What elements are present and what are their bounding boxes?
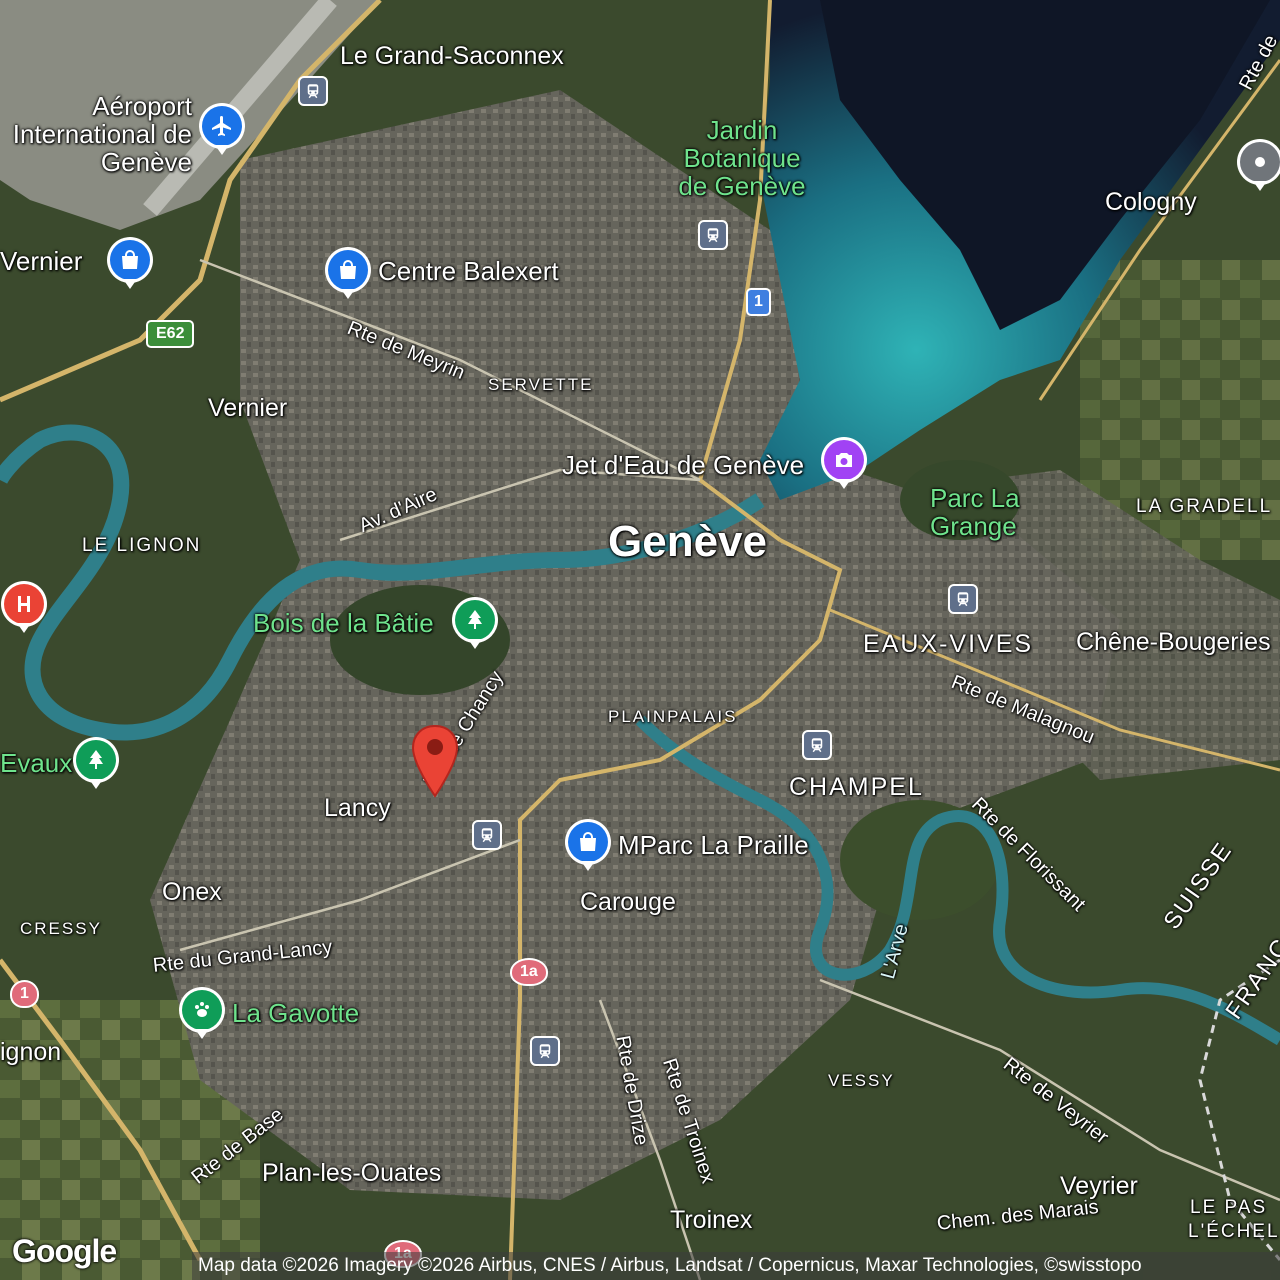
attraction-pin-jet-deau[interactable] xyxy=(824,440,864,480)
shopping-pin-mparc[interactable] xyxy=(568,822,608,862)
shopping-pin-balexert[interactable] xyxy=(328,250,368,290)
place-carouge[interactable]: Carouge xyxy=(580,890,676,915)
poi-balexert-label[interactable]: Centre Balexert xyxy=(378,258,559,284)
hospital-icon xyxy=(18,596,30,612)
hospital-pin[interactable] xyxy=(4,584,44,624)
poi-evaux-label[interactable]: Evaux xyxy=(0,750,72,776)
place-onex[interactable]: Onex xyxy=(162,880,222,905)
district-champel[interactable]: CHAMPEL xyxy=(789,775,924,800)
place-pin-cologny[interactable] xyxy=(1240,142,1280,182)
shopping-bag-icon xyxy=(340,260,356,279)
train-station-icon[interactable] xyxy=(948,584,978,614)
district-vessy[interactable]: VESSY xyxy=(828,1072,895,1089)
place-troinex[interactable]: Troinex xyxy=(670,1208,752,1233)
tree-icon xyxy=(89,750,103,769)
location-dot-icon xyxy=(1255,157,1265,167)
place-vernier[interactable]: Vernier xyxy=(208,396,287,421)
district-eaux-vives[interactable]: EAUX-VIVES xyxy=(863,632,1033,657)
district-servette[interactable]: SERVETTE xyxy=(488,376,593,393)
place-lancy[interactable]: Lancy xyxy=(324,796,391,821)
place-chene-bougeries[interactable]: Chêne-Bougeries xyxy=(1076,630,1271,655)
train-station-icon[interactable] xyxy=(530,1036,560,1066)
place-veyrier[interactable]: Veyrier xyxy=(1060,1174,1138,1199)
poi-airport-label[interactable]: Aéroport International de Genève xyxy=(0,92,192,176)
district-lechelle[interactable]: L'ÉCHEL xyxy=(1188,1222,1280,1241)
poi-jet-deau-label[interactable]: Jet d'Eau de Genève xyxy=(562,452,804,478)
train-icon xyxy=(811,738,823,753)
place-vernier-left[interactable]: Vernier xyxy=(0,248,82,274)
shield-e62: E62 xyxy=(146,320,195,348)
district-la-gradelle[interactable]: LA GRADELL xyxy=(1136,497,1272,516)
district-cressy[interactable]: CRESSY xyxy=(20,920,102,937)
shopping-bag-icon xyxy=(580,832,596,851)
poi-jardin-label[interactable]: Jardin Botanique de Genève xyxy=(672,116,812,200)
tree-icon xyxy=(468,610,482,629)
park-pin-bois-batie[interactable] xyxy=(455,600,495,640)
train-icon xyxy=(539,1044,551,1059)
google-logo[interactable]: Google xyxy=(12,1233,117,1270)
train-icon xyxy=(307,84,319,99)
place-cologny[interactable]: Cologny xyxy=(1105,190,1197,215)
place-ignon[interactable]: ignon xyxy=(0,1040,61,1065)
shopping-bag-icon xyxy=(122,250,138,269)
train-station-icon[interactable] xyxy=(298,76,328,106)
place-grand-saconnex[interactable]: Le Grand-Saconnex xyxy=(340,44,564,69)
poi-parc-la-grange-label[interactable]: Parc La Grange xyxy=(930,484,1040,540)
shield-route-1a: 1a xyxy=(510,958,548,986)
train-icon xyxy=(481,828,493,843)
airplane-icon xyxy=(212,116,231,136)
district-le-pas[interactable]: LE PAS xyxy=(1190,1198,1267,1217)
district-le-lignon[interactable]: LE LIGNON xyxy=(82,536,201,555)
place-plan-les-ouates[interactable]: Plan-les-Ouates xyxy=(262,1161,441,1186)
train-station-icon[interactable] xyxy=(698,220,728,250)
map-attribution[interactable]: Map data ©2026 Imagery ©2026 Airbus, CNE… xyxy=(192,1252,1280,1280)
park-pin-evaux[interactable] xyxy=(76,740,116,780)
train-station-icon[interactable] xyxy=(802,730,832,760)
paw-icon xyxy=(195,1002,209,1017)
shopping-pin-vernier[interactable] xyxy=(110,240,150,280)
city-label-geneve[interactable]: Genève xyxy=(608,520,767,564)
train-icon xyxy=(707,228,719,243)
poi-bois-batie-label[interactable]: Bois de la Bâtie xyxy=(253,610,434,636)
camera-icon xyxy=(836,453,852,467)
train-station-icon[interactable] xyxy=(472,820,502,850)
location-marker-icon[interactable] xyxy=(410,724,460,798)
airport-pin-icon[interactable] xyxy=(202,106,242,146)
zoo-pin-gavotte[interactable] xyxy=(182,990,222,1030)
poi-mparc-label[interactable]: MParc La Praille xyxy=(618,832,809,858)
shield-route-1-west: 1 xyxy=(10,980,39,1008)
district-plainpalais[interactable]: PLAINPALAIS xyxy=(608,708,737,725)
shield-route-1-north: 1 xyxy=(746,288,771,316)
train-icon xyxy=(957,592,969,607)
poi-gavotte-label[interactable]: La Gavotte xyxy=(232,1000,359,1026)
